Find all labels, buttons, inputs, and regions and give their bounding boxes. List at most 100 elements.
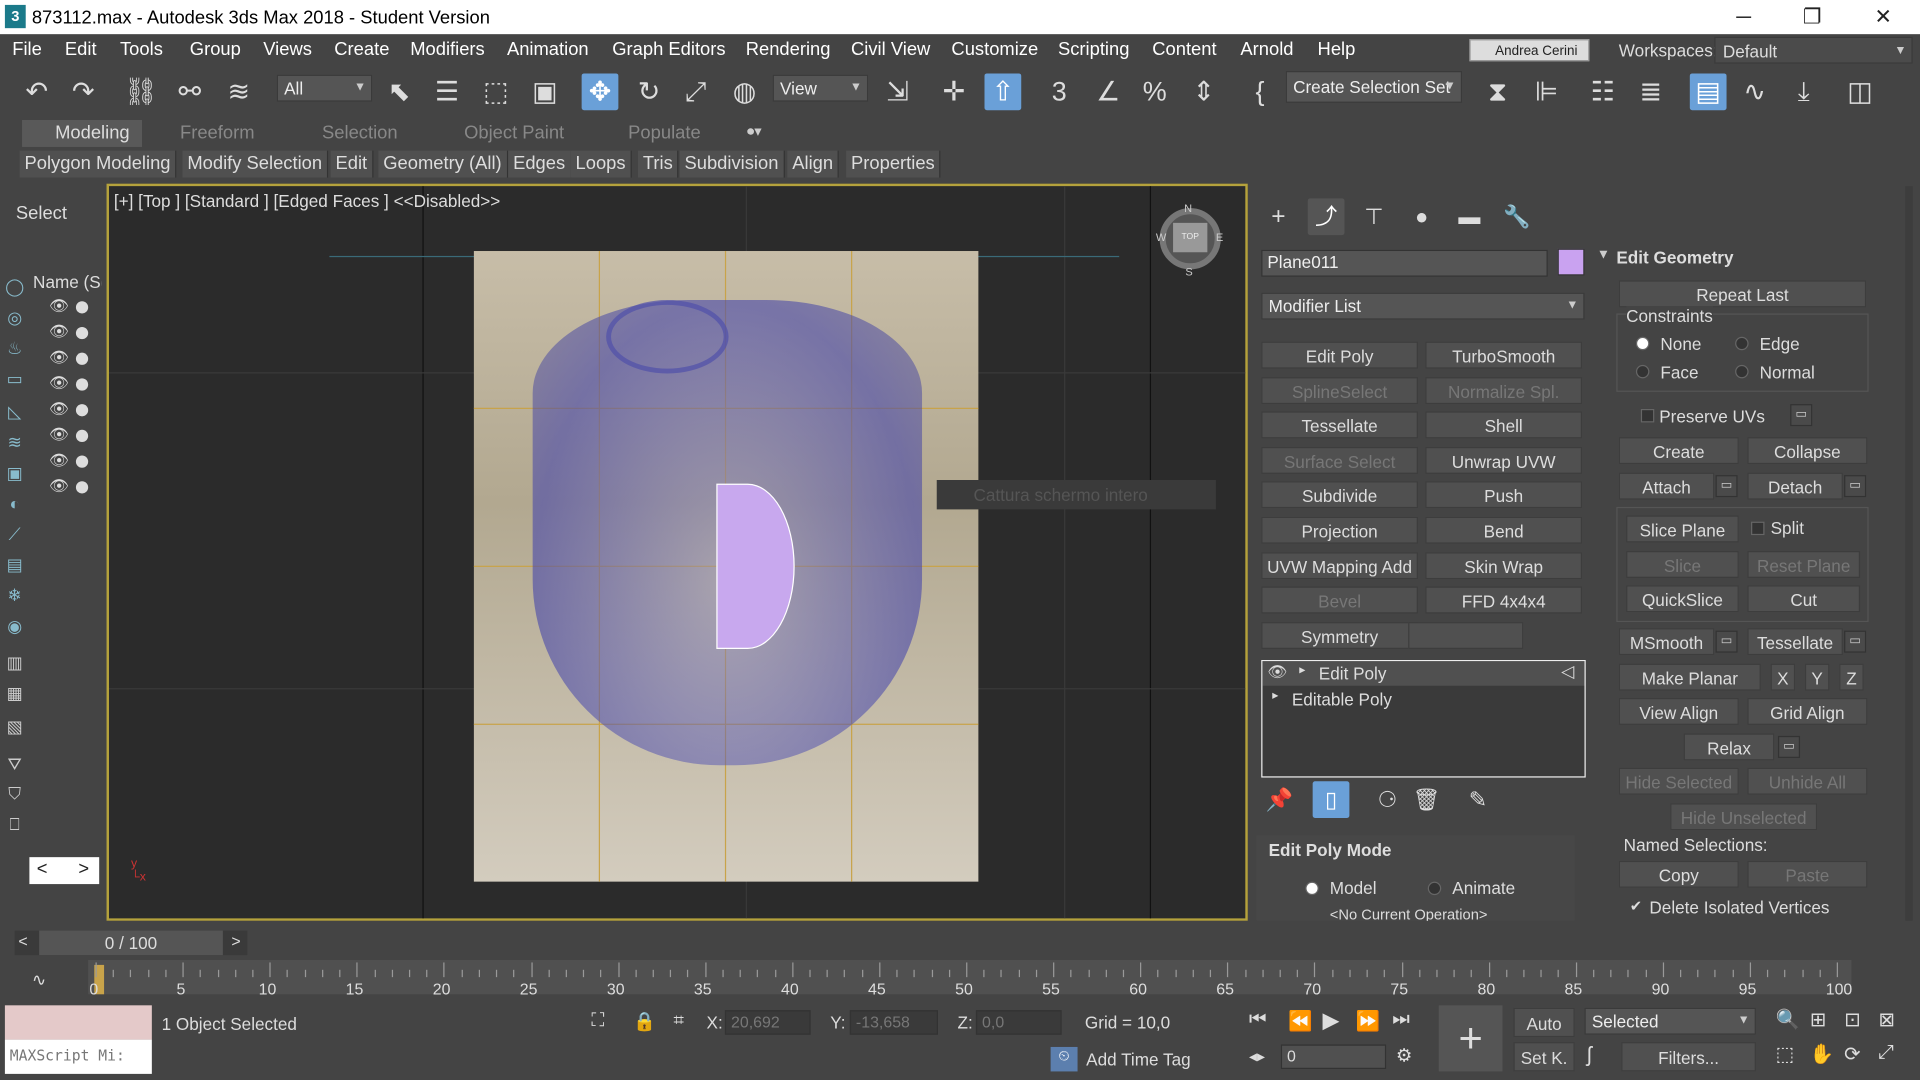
copy-button[interactable]: Copy: [1618, 860, 1739, 888]
maximize-viewport-icon[interactable]: ⤢: [1878, 1042, 1894, 1064]
show-end-result-icon[interactable]: ▯: [1312, 781, 1350, 818]
time-config-icon[interactable]: ⚙: [1396, 1044, 1412, 1067]
filters-button[interactable]: Filters...: [1621, 1042, 1756, 1072]
pivot-center-icon[interactable]: ⇲: [879, 73, 916, 110]
ribbon-subdivision[interactable]: Subdivision: [679, 150, 785, 178]
y-coord-field[interactable]: -13,658: [849, 1010, 938, 1035]
cut-button[interactable]: Cut: [1747, 585, 1861, 613]
visibility-eye-icon[interactable]: 👁: [49, 373, 69, 393]
link-icon[interactable]: ⛓: [122, 73, 159, 110]
time-slider[interactable]: < 0 / 100 >: [14, 930, 248, 956]
percent-snap-icon[interactable]: %: [1136, 73, 1173, 110]
viewport-top[interactable]: [+] [Top ] [Standard ] [Edged Faces ] <<…: [106, 183, 1248, 921]
selection-lock-icon[interactable]: 🔒: [633, 1010, 656, 1032]
display-hidden-icon[interactable]: ◉: [4, 615, 26, 637]
preserve-uvs-settings-icon[interactable]: ▭: [1790, 404, 1813, 427]
freeze-dot[interactable]: [75, 378, 89, 391]
modifier-button[interactable]: SplineSelect: [1261, 376, 1418, 404]
time-slider-prev[interactable]: <: [18, 932, 27, 950]
split-checkbox[interactable]: [1751, 521, 1765, 536]
modifier-button[interactable]: Tessellate: [1261, 411, 1418, 439]
select-by-name-icon[interactable]: ☰: [429, 73, 466, 110]
add-time-tag[interactable]: Add Time Tag: [1086, 1049, 1191, 1069]
set-key-button[interactable]: Set K.: [1513, 1042, 1575, 1072]
named-selection-set-dropdown[interactable]: Create Selection Set: [1285, 71, 1463, 103]
field-of-view-icon[interactable]: ⬚: [1776, 1042, 1795, 1066]
pin-stack-icon[interactable]: 📌: [1261, 781, 1298, 818]
user-account-dropdown[interactable]: Andrea Cerini: [1469, 39, 1590, 62]
display-xrefs-icon[interactable]: ◐: [4, 492, 26, 514]
modify-tab-icon[interactable]: ⤴: [1307, 198, 1345, 236]
zoom-extents-all-icon[interactable]: ⊠: [1878, 1008, 1894, 1032]
attach-settings-icon[interactable]: ▭: [1715, 475, 1738, 498]
constraint-none-radio[interactable]: [1635, 336, 1650, 351]
ribbon-tab-object-paint[interactable]: Object Paint: [464, 122, 564, 143]
viewcube[interactable]: N S E W TOP: [1156, 202, 1223, 278]
menu-rendering[interactable]: Rendering: [746, 39, 831, 60]
key-tangent-icon[interactable]: ʃ: [1587, 1043, 1592, 1067]
menu-arnold[interactable]: Arnold: [1240, 39, 1293, 60]
edit-named-selection-icon[interactable]: {: [1242, 73, 1279, 110]
make-planar-button[interactable]: Make Planar: [1618, 663, 1761, 691]
curve-editor-mini-icon[interactable]: ∿: [32, 970, 46, 991]
z-coord-field[interactable]: 0,0: [975, 1010, 1062, 1035]
isolate-selection-icon[interactable]: ⛶: [591, 1010, 604, 1031]
delete-isolated-checkbox[interactable]: ✔: [1630, 898, 1642, 915]
menu-create[interactable]: Create: [334, 39, 389, 60]
unhide-all-button[interactable]: Unhide All: [1747, 767, 1868, 795]
auto-key-button[interactable]: Auto: [1513, 1007, 1575, 1038]
scene-nav-prev[interactable]: <: [37, 858, 48, 879]
display-containers-icon[interactable]: ▤: [4, 553, 26, 575]
menu-customize[interactable]: Customize: [951, 39, 1038, 60]
undo-icon[interactable]: ↶: [18, 73, 55, 110]
key-mode-icon[interactable]: ◂▸: [1249, 1047, 1265, 1067]
modifier-button[interactable]: Push: [1425, 481, 1583, 509]
keyboard-shortcut-override-icon[interactable]: ⇧: [984, 73, 1022, 111]
edit-geometry-title[interactable]: Edit Geometry: [1616, 247, 1733, 267]
preserve-uvs-checkbox[interactable]: [1640, 408, 1655, 423]
detach-button[interactable]: Detach: [1747, 472, 1843, 500]
quickslice-button[interactable]: QuickSlice: [1626, 585, 1739, 613]
object-name-field[interactable]: Plane011: [1261, 249, 1548, 277]
constraint-edge-radio[interactable]: [1735, 336, 1749, 351]
zoom-all-icon[interactable]: ⊞: [1810, 1008, 1826, 1032]
planar-x-button[interactable]: X: [1770, 663, 1796, 691]
display-none-filter-icon[interactable]: ▦: [4, 682, 26, 704]
zoom-extents-icon[interactable]: ⊡: [1844, 1008, 1860, 1032]
menu-scripting[interactable]: Scripting: [1058, 39, 1129, 60]
freeze-dot[interactable]: [75, 352, 89, 365]
rect-selection-icon[interactable]: ⬚: [478, 73, 515, 110]
modifier-button[interactable]: Shell: [1425, 411, 1583, 439]
stack-expand-icon[interactable]: ▸: [1299, 664, 1305, 677]
modifier-button[interactable]: Subdivide: [1261, 481, 1418, 509]
menu-edit[interactable]: Edit: [65, 39, 97, 60]
curve-editor-icon[interactable]: ∿: [1736, 73, 1773, 110]
freeze-dot[interactable]: [75, 301, 89, 314]
command-panel-scrollbar[interactable]: [1905, 186, 1913, 921]
menu-group[interactable]: Group: [190, 39, 241, 60]
schematic-view-icon[interactable]: ⤓: [1785, 73, 1822, 110]
modifier-button[interactable]: Normalize Spl.: [1425, 376, 1583, 404]
reset-plane-button[interactable]: Reset Plane: [1747, 551, 1861, 578]
hide-selected-button[interactable]: Hide Selected: [1618, 767, 1739, 795]
window-crossing-icon[interactable]: ▣: [527, 73, 564, 110]
freeze-dot[interactable]: [75, 429, 89, 443]
slice-button[interactable]: Slice: [1626, 551, 1739, 578]
key-filter-dropdown[interactable]: Selected: [1584, 1007, 1756, 1035]
msmooth-button[interactable]: MSmooth: [1618, 628, 1715, 656]
viewcube-top-face[interactable]: TOP: [1173, 222, 1208, 253]
menu-views[interactable]: Views: [263, 39, 312, 60]
detach-settings-icon[interactable]: ▭: [1844, 475, 1867, 498]
go-to-end-icon[interactable]: ⏭: [1392, 1009, 1410, 1031]
menu-civil-view[interactable]: Civil View: [851, 39, 930, 60]
absolute-mode-icon[interactable]: ⌗: [673, 1010, 683, 1031]
display-helpers-icon[interactable]: ◺: [4, 400, 26, 422]
ribbon-tab-freeform[interactable]: Freeform: [180, 122, 255, 143]
orbit-icon[interactable]: ⟳: [1844, 1042, 1860, 1066]
ribbon-edit[interactable]: Edit: [330, 150, 374, 178]
x-coord-field[interactable]: 20,692: [724, 1010, 811, 1035]
paste-button[interactable]: Paste: [1747, 860, 1868, 888]
rotate-icon[interactable]: ↻: [631, 73, 668, 110]
ribbon-tab-selection[interactable]: Selection: [322, 122, 398, 143]
place-icon[interactable]: ◍: [726, 73, 763, 110]
